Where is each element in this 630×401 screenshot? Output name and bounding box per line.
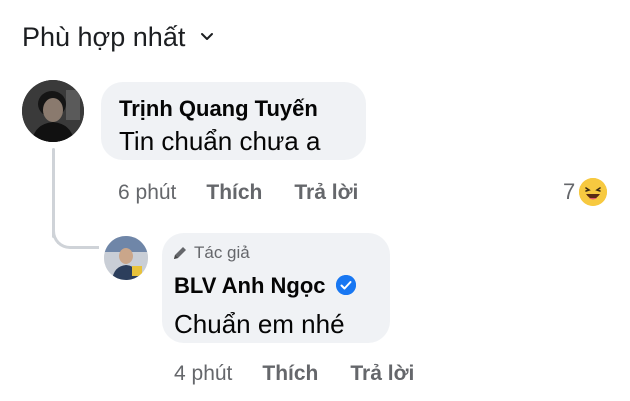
comment-author-name: BLV Anh Ngọc bbox=[174, 273, 326, 298]
chevron-down-icon bbox=[201, 32, 214, 40]
sort-label: Phù hợp nhất bbox=[22, 22, 186, 52]
comment-bubble: Tác giả BLV Anh Ngọc Chuẩn em nhé bbox=[162, 233, 390, 343]
comment-timestamp[interactable]: 4 phút bbox=[174, 362, 232, 386]
avatar[interactable] bbox=[104, 236, 148, 280]
verified-badge-icon bbox=[335, 275, 356, 296]
reaction-summary[interactable]: 7 bbox=[563, 178, 608, 206]
comment-text: Chuẩn em nhé bbox=[174, 309, 345, 339]
comment-bubble: Trịnh Quang Tuyến Tin chuẩn chưa a bbox=[101, 82, 366, 160]
avatar[interactable] bbox=[22, 80, 84, 142]
reply-button[interactable]: Trả lời bbox=[294, 181, 358, 205]
comment-author[interactable]: Trịnh Quang Tuyến bbox=[119, 96, 318, 122]
like-button[interactable]: Thích bbox=[262, 362, 318, 386]
comment-timestamp[interactable]: 6 phút bbox=[118, 181, 176, 205]
pencil-icon bbox=[174, 247, 186, 259]
comment-actions: 6 phút Thích Trả lời bbox=[118, 181, 390, 205]
profile-photo-icon bbox=[22, 80, 84, 142]
comment-author[interactable]: BLV Anh Ngọc bbox=[174, 273, 356, 299]
thread-connector bbox=[52, 210, 99, 249]
haha-emoji-icon bbox=[579, 178, 608, 206]
comment-text: Tin chuẩn chưa a bbox=[119, 126, 321, 156]
reply-button[interactable]: Trả lời bbox=[350, 362, 414, 386]
reaction-count: 7 bbox=[563, 179, 576, 204]
sort-dropdown[interactable]: Phù hợp nhất bbox=[22, 22, 215, 53]
author-badge: Tác giả bbox=[172, 243, 250, 263]
comment-actions: 4 phút Thích Trả lời bbox=[174, 362, 446, 386]
like-button[interactable]: Thích bbox=[206, 181, 262, 205]
author-badge-label: Tác giả bbox=[194, 243, 250, 262]
profile-photo-icon bbox=[104, 236, 148, 280]
